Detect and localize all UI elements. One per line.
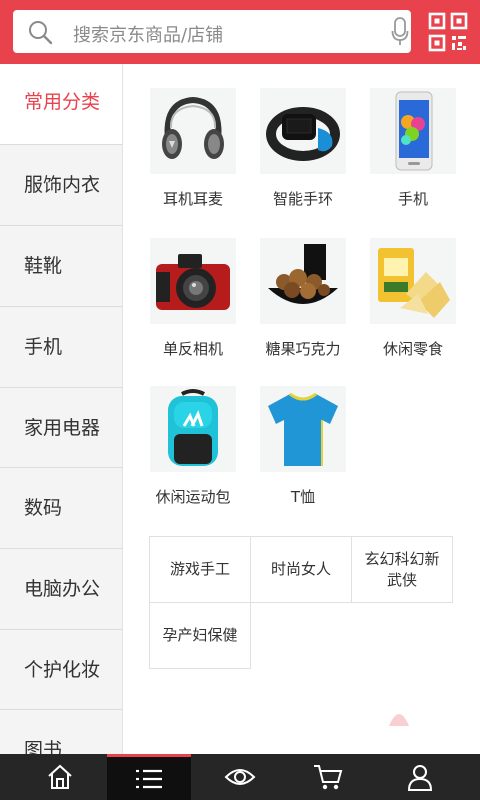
search-placeholder[interactable]: 搜索京东商品/店铺 xyxy=(73,21,223,47)
tag-fashion-women[interactable]: 时尚女人 xyxy=(250,536,352,603)
sidebar-item-label: 鞋靴 xyxy=(24,255,63,277)
sidebar-item-label: 常用分类 xyxy=(24,91,101,113)
product-chocolate[interactable]: 糖果巧克力 xyxy=(244,214,354,358)
smartphone-icon xyxy=(395,91,433,171)
search-box[interactable]: 搜索京东商品/店铺 xyxy=(13,10,411,53)
sidebar-item-label: 服饰内衣 xyxy=(24,174,101,196)
chocolate-icon xyxy=(268,244,338,304)
sidebar-item-phones[interactable]: 手机 xyxy=(0,306,122,386)
sidebar-item-appliances[interactable]: 家用电器 xyxy=(0,387,122,467)
bottom-nav xyxy=(0,754,480,800)
snack-icon xyxy=(378,248,450,318)
tab-cart[interactable] xyxy=(286,754,370,800)
category-sidebar[interactable]: 常用分类 服饰内衣 鞋靴 手机 家用电器 数码 电脑办公 个护化妆 图书 xyxy=(0,64,123,754)
sidebar-item-digital[interactable]: 数码 xyxy=(0,467,122,547)
sidebar-item-label: 手机 xyxy=(24,336,63,358)
category-content: 耳机耳麦 智能手环 手机 单反相机 糖果巧克力 休闲零食 休闲运动包 T恤 游戏… xyxy=(124,64,480,754)
sidebar-item-computer[interactable]: 电脑办公 xyxy=(0,548,122,628)
tag-games-crafts[interactable]: 游戏手工 xyxy=(149,536,251,603)
sidebar-item-books[interactable]: 图书 xyxy=(0,709,122,754)
tab-profile[interactable] xyxy=(378,754,462,800)
sidebar-item-shoes[interactable]: 鞋靴 xyxy=(0,225,122,305)
category-list-icon xyxy=(136,769,162,788)
microphone-icon[interactable] xyxy=(391,17,409,47)
tag-label: 游戏手工 xyxy=(169,560,230,578)
product-label: 单反相机 xyxy=(162,340,223,358)
product-image xyxy=(260,238,346,324)
tag-fantasy-wuxia[interactable]: 玄幻科幻新武侠 xyxy=(351,536,453,603)
sidebar-item-label: 数码 xyxy=(24,497,63,519)
product-image xyxy=(370,238,456,324)
product-dslr[interactable]: 单反相机 xyxy=(134,214,244,358)
tag-label: 玄幻科幻新武侠 xyxy=(364,549,440,589)
tab-discover[interactable] xyxy=(198,754,282,800)
product-tshirt[interactable]: T恤 xyxy=(244,362,354,506)
header-bar: 搜索京东商品/店铺 xyxy=(0,0,480,64)
sidebar-item-apparel[interactable]: 服饰内衣 xyxy=(0,144,122,224)
cart-icon xyxy=(314,765,343,790)
product-label: 休闲零食 xyxy=(382,340,443,358)
qr-scan-icon[interactable] xyxy=(428,12,468,52)
product-label: T恤 xyxy=(290,488,316,506)
product-smart-band[interactable]: 智能手环 xyxy=(244,64,354,208)
product-image xyxy=(260,88,346,174)
product-image xyxy=(370,88,456,174)
product-headphones[interactable]: 耳机耳麦 xyxy=(134,64,244,208)
product-image xyxy=(260,386,346,472)
tag-label: 时尚女人 xyxy=(270,560,331,578)
smart-band-icon xyxy=(266,107,340,161)
dslr-camera-icon xyxy=(156,254,230,310)
sidebar-item-common[interactable]: 常用分类 xyxy=(0,64,122,144)
tab-categories[interactable] xyxy=(107,754,191,800)
search-icon xyxy=(29,21,53,45)
product-backpack[interactable]: 休闲运动包 xyxy=(134,362,244,506)
product-label: 糖果巧克力 xyxy=(265,340,341,358)
product-image xyxy=(150,238,236,324)
product-snack[interactable]: 休闲零食 xyxy=(354,214,464,358)
product-image xyxy=(150,386,236,472)
sidebar-item-label: 个护化妆 xyxy=(24,659,101,681)
product-label: 手机 xyxy=(397,190,428,208)
sidebar-item-label: 图书 xyxy=(24,739,63,754)
product-label: 休闲运动包 xyxy=(155,488,231,506)
backpack-icon xyxy=(168,389,218,466)
headphones-icon xyxy=(162,96,224,159)
tshirt-icon xyxy=(268,392,338,466)
tag-maternal-health[interactable]: 孕产妇保健 xyxy=(149,602,251,669)
sidebar-item-beauty[interactable]: 个护化妆 xyxy=(0,629,122,709)
product-label: 耳机耳麦 xyxy=(162,190,223,208)
user-icon xyxy=(407,765,433,791)
product-image xyxy=(150,88,236,174)
tab-home[interactable] xyxy=(18,754,102,800)
tag-label: 孕产妇保健 xyxy=(162,626,238,644)
sidebar-item-label: 家用电器 xyxy=(24,417,101,439)
eye-icon xyxy=(224,769,256,785)
product-label: 智能手环 xyxy=(272,190,333,208)
product-phone[interactable]: 手机 xyxy=(354,64,464,208)
home-icon xyxy=(48,764,72,789)
sidebar-item-label: 电脑办公 xyxy=(24,578,101,600)
